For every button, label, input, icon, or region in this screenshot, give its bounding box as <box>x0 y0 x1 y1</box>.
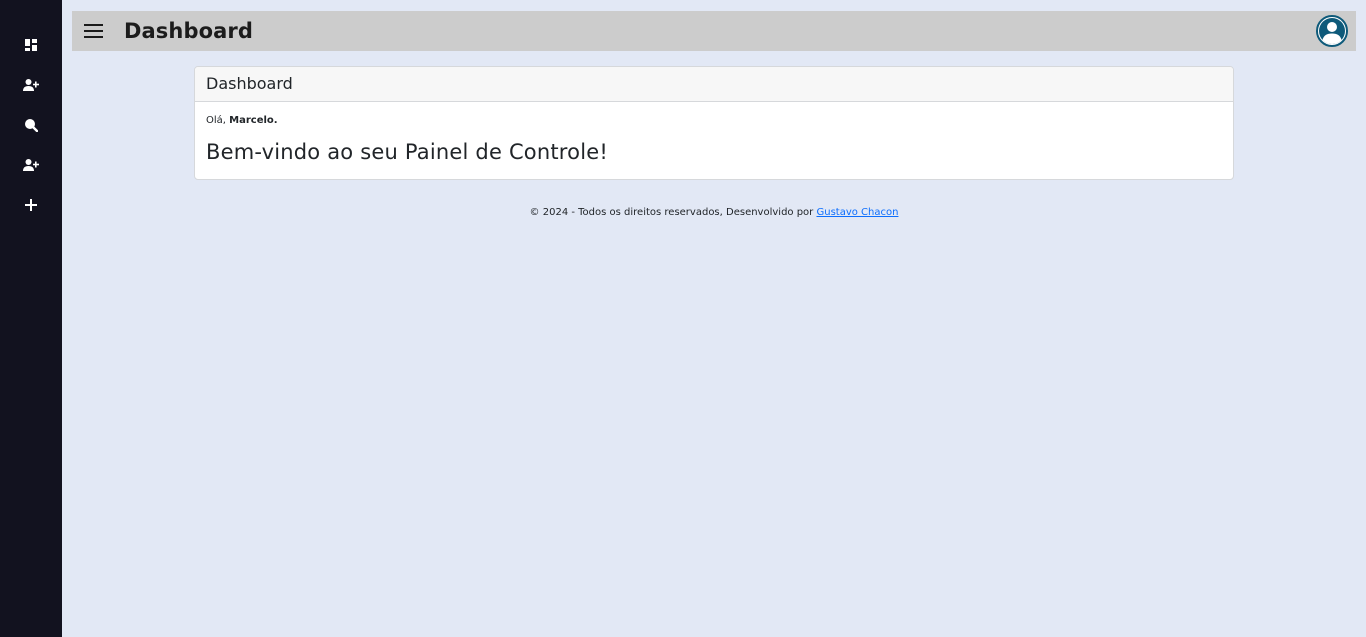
top-bar: Dashboard <box>72 11 1356 51</box>
add-user-icon <box>23 159 39 171</box>
footer-text: © 2024 - Todos os direitos reservados, D… <box>529 207 814 218</box>
welcome-message: Bem-vindo ao seu Painel de Controle! <box>206 140 608 164</box>
add-user-icon <box>23 79 39 91</box>
main-content: Dashboard Dashboard Olá, Marcelo. Bem-vi… <box>62 0 1366 637</box>
dashboard-icon <box>25 39 37 51</box>
sidebar <box>0 0 62 637</box>
page-title: Dashboard <box>124 19 253 43</box>
sidebar-item-add-user-2[interactable] <box>0 151 62 179</box>
greeting-prefix: Olá, <box>206 115 226 126</box>
user-name: Marcelo. <box>229 115 278 126</box>
sidebar-item-search[interactable] <box>0 111 62 139</box>
plus-icon <box>25 199 37 211</box>
hamburger-menu-icon[interactable] <box>82 20 106 42</box>
search-icon <box>25 119 38 132</box>
sidebar-item-dashboard[interactable] <box>0 31 62 59</box>
sidebar-item-add-user[interactable] <box>0 71 62 99</box>
card-header: Dashboard <box>195 67 1233 102</box>
user-avatar-icon[interactable] <box>1316 15 1348 47</box>
dashboard-card: Dashboard Olá, Marcelo. Bem-vindo ao seu… <box>194 66 1234 180</box>
developer-link[interactable]: Gustavo Chacon <box>816 207 898 218</box>
card-body: Olá, Marcelo. Bem-vindo ao seu Painel de… <box>195 102 1233 176</box>
greeting: Olá, Marcelo. <box>206 113 1222 129</box>
footer: © 2024 - Todos os direitos reservados, D… <box>62 206 1366 220</box>
sidebar-item-add[interactable] <box>0 191 62 219</box>
